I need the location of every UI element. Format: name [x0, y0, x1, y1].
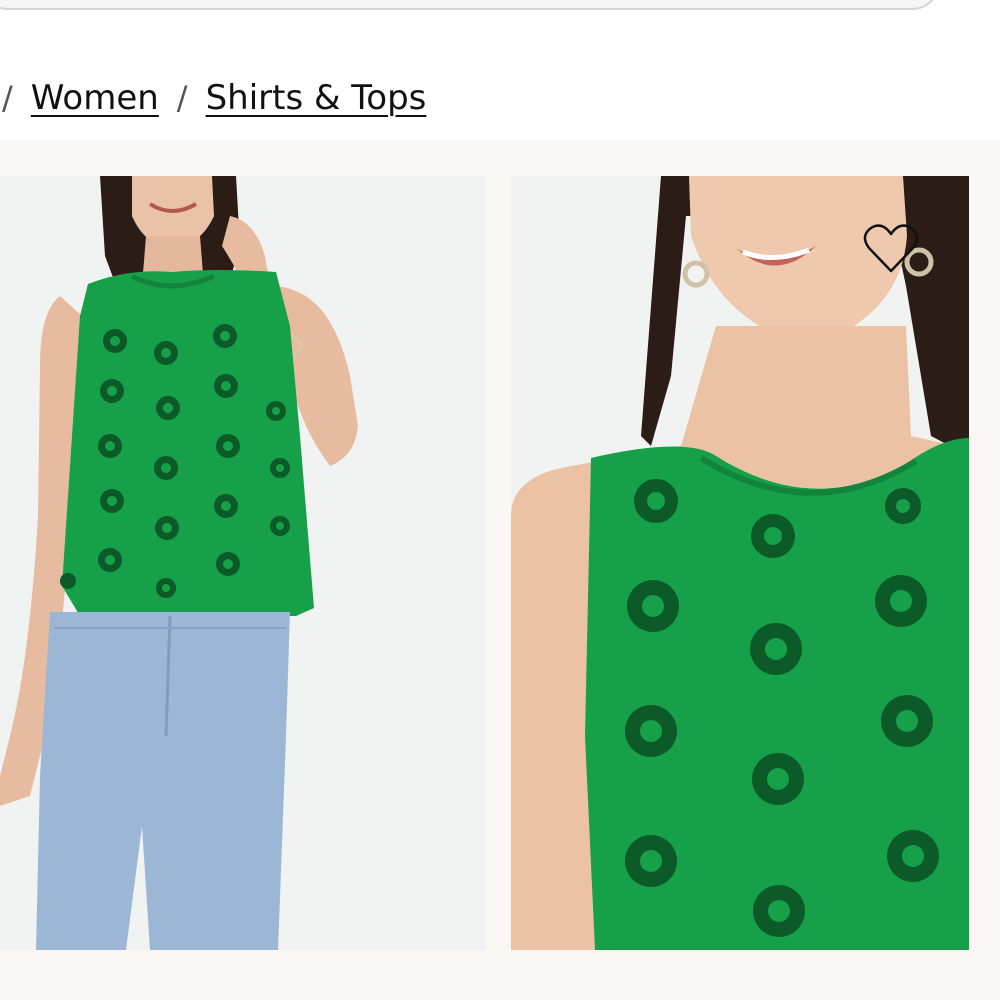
breadcrumb-separator: / [176, 79, 188, 117]
heart-outline-icon [863, 224, 919, 273]
breadcrumb: / Women / Shirts & Tops [0, 72, 426, 124]
breadcrumb-link-shirts-tops[interactable]: Shirts & Tops [206, 78, 427, 118]
product-image-gallery [0, 140, 1000, 1000]
breadcrumb-link-women[interactable]: Women [31, 78, 159, 118]
add-to-wishlist-button[interactable] [862, 222, 920, 276]
product-page: / Women / Shirts & Tops [0, 0, 1000, 1000]
breadcrumb-separator: / [2, 79, 13, 117]
search-bar[interactable] [0, 0, 940, 10]
model-full-body-illustration [0, 176, 486, 950]
product-image-close-up[interactable] [511, 176, 969, 950]
product-image-full-body[interactable] [0, 176, 486, 950]
model-close-up-illustration [511, 176, 969, 950]
